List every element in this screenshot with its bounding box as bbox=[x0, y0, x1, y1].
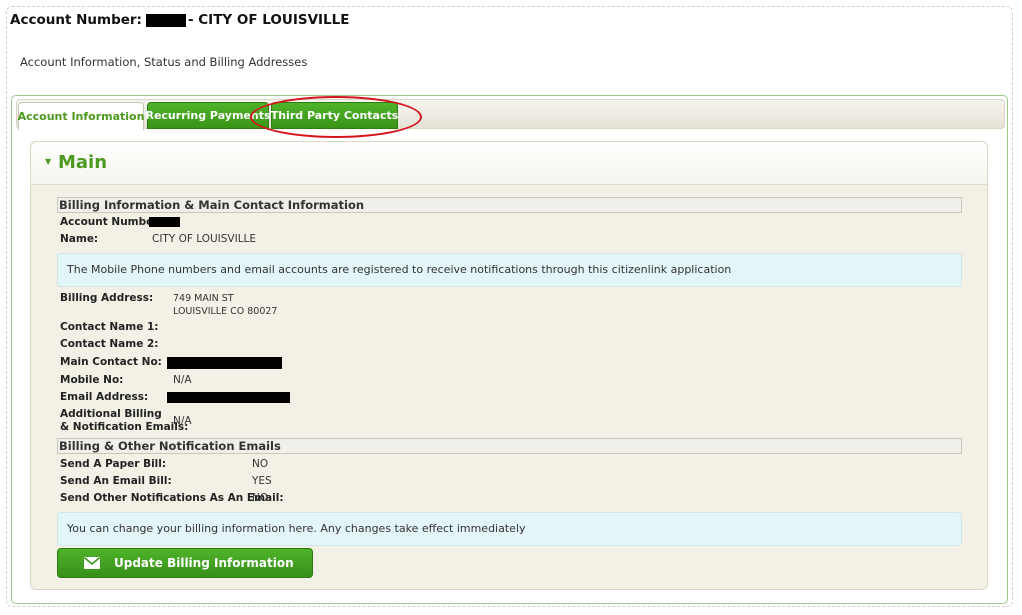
billing-section-heading: Billing Information & Main Contact Infor… bbox=[57, 197, 962, 213]
tab-account-information[interactable]: Account Information bbox=[18, 102, 144, 130]
other-notifications-value: NO bbox=[252, 492, 269, 504]
main-contact-label: Main Contact No: bbox=[60, 356, 162, 368]
other-notifications-label: Send Other Notifications As An Email: bbox=[60, 492, 284, 504]
collapse-triangle-icon[interactable]: ▼ bbox=[45, 157, 51, 166]
email-label: Email Address: bbox=[60, 391, 149, 403]
email-bill-value: YES bbox=[252, 475, 272, 487]
account-number-label: Account Number: bbox=[60, 216, 163, 228]
billing-address-value: 749 MAIN ST LOUISVILLE CO 80027 bbox=[173, 292, 277, 318]
additional-emails-label-line-1: Additional Billing bbox=[60, 408, 162, 420]
additional-emails-value: N/A bbox=[173, 415, 192, 427]
notification-notice: The Mobile Phone numbers and email accou… bbox=[57, 253, 962, 287]
redacted-account-number bbox=[145, 13, 186, 27]
redacted-main-contact bbox=[167, 357, 282, 369]
contact-name-2-label: Contact Name 2: bbox=[60, 338, 159, 350]
paper-bill-value: NO bbox=[252, 458, 269, 470]
account-title-prefix: Account Number: bbox=[10, 12, 142, 28]
account-title-suffix: - CITY OF LOUISVILLE bbox=[187, 12, 350, 28]
update-billing-label: Update Billing Information bbox=[114, 556, 294, 570]
billing-change-notice: You can change your billing information … bbox=[57, 512, 962, 546]
page-subtitle: Account Information, Status and Billing … bbox=[20, 55, 308, 69]
notification-section-heading: Billing & Other Notification Emails bbox=[57, 438, 962, 454]
main-panel-title: Main bbox=[58, 152, 108, 173]
additional-emails-label-line-2: & Notification Emails: bbox=[60, 421, 189, 433]
email-bill-label: Send An Email Bill: bbox=[60, 475, 172, 487]
account-title: Account Number: - CITY OF LOUISVILLE bbox=[10, 12, 350, 28]
main-panel-header[interactable] bbox=[31, 142, 987, 185]
mobile-label: Mobile No: bbox=[60, 374, 124, 386]
tab-recurring-payments[interactable]: Recurring Payments bbox=[145, 102, 271, 129]
additional-emails-label: Additional Billing & Notification Emails… bbox=[60, 408, 188, 434]
name-value: CITY OF LOUISVILLE bbox=[152, 233, 257, 245]
billing-address-line-1: 749 MAIN ST bbox=[173, 293, 234, 304]
update-billing-button[interactable]: Update Billing Information bbox=[57, 548, 313, 578]
tab-third-party-contacts[interactable]: Third Party Contacts bbox=[271, 102, 398, 129]
redacted-account-value bbox=[149, 217, 180, 227]
billing-address-label: Billing Address: bbox=[60, 292, 154, 304]
redacted-email bbox=[167, 392, 290, 403]
billing-address-line-2: LOUISVILLE CO 80027 bbox=[173, 306, 278, 317]
paper-bill-label: Send A Paper Bill: bbox=[60, 458, 167, 470]
mobile-value: N/A bbox=[173, 374, 192, 386]
name-label: Name: bbox=[60, 233, 99, 245]
contact-name-1-label: Contact Name 1: bbox=[60, 321, 159, 333]
envelope-icon bbox=[84, 557, 100, 569]
